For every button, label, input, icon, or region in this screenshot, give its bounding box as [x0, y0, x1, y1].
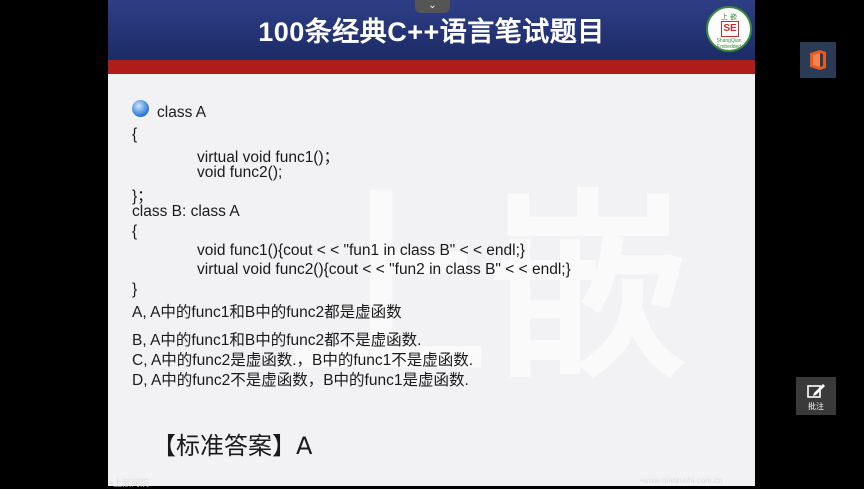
code-line: class B: class A — [132, 203, 240, 220]
code-line: void func1(){cout < < "fun1 in class B" … — [197, 242, 526, 259]
bullet-icon — [132, 100, 149, 117]
code-line: } — [132, 281, 138, 298]
code-line: virtual void func2(){cout < < "fun2 in c… — [197, 261, 571, 278]
office-icon — [810, 50, 826, 70]
annotate-button[interactable]: 批注 — [796, 377, 836, 415]
shangqian-logo: 上 嵌 SE ShangQian Embedded — [706, 6, 752, 52]
office-app-button[interactable] — [800, 42, 836, 78]
code-line: { — [132, 223, 138, 240]
logo-se-mark: SE — [721, 21, 739, 37]
presentation-slide: 100条经典C++语言笔试题目 上 嵌 SE ShangQian Embedde… — [108, 0, 755, 486]
annotate-label: 批注 — [808, 402, 824, 411]
option-a: A, A中的func1和B中的func2都是虚函数 — [132, 304, 402, 321]
code-line: void func2(); — [197, 164, 283, 181]
pen-edit-icon — [807, 384, 825, 398]
slide-title: 100条经典C++语言笔试题目 — [258, 17, 605, 47]
footer-right-url: •www.qianrushi.com.cn — [640, 476, 723, 485]
standard-answer: 【标准答案】A — [152, 432, 313, 460]
code-line: class A — [157, 104, 207, 121]
logo-bottom-text: ShangQian Embedded — [716, 38, 742, 50]
collapse-toolbar-button[interactable]: ⌄ — [415, 0, 450, 13]
option-d: D, A中的func2不是虚函数，B中的func1是虚函数. — [132, 372, 469, 389]
option-c: C, A中的func2是虚函数.，B中的func1不是虚函数. — [132, 352, 474, 369]
header-red-bar — [108, 60, 755, 74]
code-line: { — [132, 126, 138, 143]
option-b: B, A中的func1和B中的func2都不是虚函数. — [132, 332, 422, 349]
footer-left-text: •上嵌网院 — [110, 478, 150, 488]
